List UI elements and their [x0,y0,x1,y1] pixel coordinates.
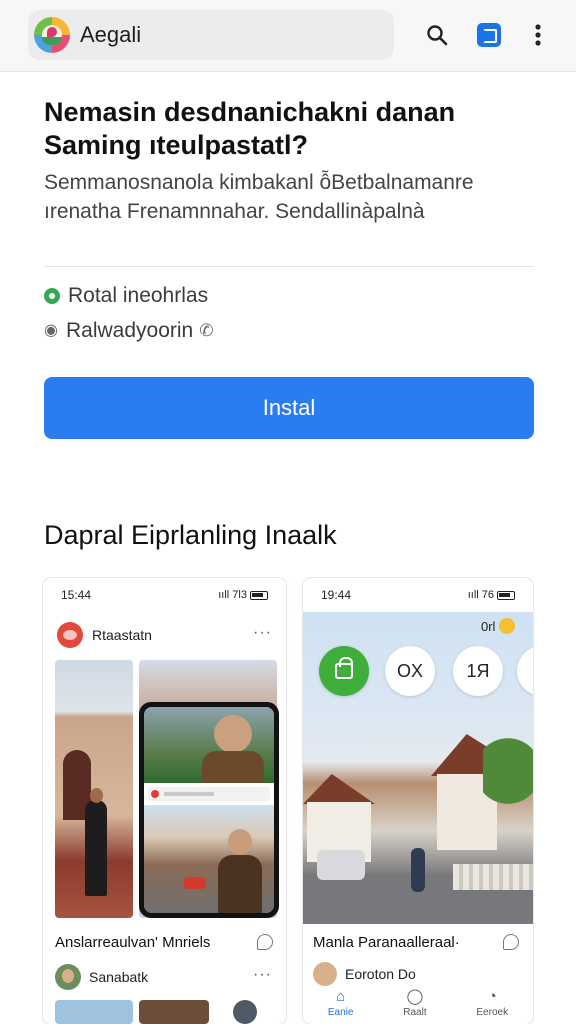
info-row-rating: Rotal ineohrlas [44,284,208,308]
comment-icon[interactable] [257,934,273,950]
page-description: Semmanosnanola kimbakanl ỗBetbalnamanre … [44,171,474,223]
nav-profile-label: Eeroek [476,1006,509,1018]
profile-name: Rtaastatn [92,627,152,643]
section-divider [44,266,534,267]
status-time: 19:44 [321,588,352,602]
search-icon[interactable] [420,18,454,52]
nav-search-label: Raalt [403,1006,427,1018]
comment-icon[interactable] [503,934,519,950]
post-caption: Anslarreaulvan' Mnriels [55,934,211,951]
share-icon[interactable] [472,18,506,52]
palm-tree [483,738,533,848]
lock-icon [335,657,353,679]
app-logo-icon [34,17,70,53]
nav-home[interactable]: ⌂ Eanie [327,987,354,1018]
author-name: Eoroton Do [345,966,416,982]
green-status-icon [44,288,60,304]
lock-button[interactable] [319,646,369,696]
home-icon: ⌂ [336,987,346,1005]
author-name: Sanabatk [89,969,149,985]
phone-icon[interactable]: ✆ [199,321,219,341]
phone-mockup [139,702,279,918]
screenshot-card-1[interactable]: 15:44 ııll 7l3 Rtaastatn ··· Anslarreaul… [43,578,286,1024]
search-icon: ◯ [406,987,424,1005]
battery-icon [250,590,268,600]
status-time: 15:44 [61,588,92,602]
info-row-1-label: Rotal ineohrlas [68,284,209,307]
van [317,850,365,880]
more-horizontal-icon[interactable]: ··· [253,966,272,984]
app-title: Aegali [80,22,142,47]
info-row-2-label: Ralwadyoorin [66,319,194,342]
nav-search[interactable]: ◯ Raalt [403,987,427,1018]
more-vertical-icon[interactable] [521,18,555,52]
signal-text: ııll 76 [467,589,494,601]
screenshot-card-2[interactable]: 19:44 ııll 76 0rl OX 1Я Manla Paranaalle… [303,578,533,1024]
screenshots-section-title: Dapral Eiprlanling Inaalk [44,520,337,550]
location-pin-icon: ◉ [44,322,58,339]
top-app-bar: Aegali [0,0,576,72]
avatar [57,622,83,648]
action-circle-2[interactable]: OX [385,646,435,696]
page-headline: Nemasin desdnanichakni danan Saming ıteu… [44,97,456,160]
status-bar: 19:44 ııll 76 [303,578,533,612]
profile-header: Rtaastatn [57,622,152,648]
reaction-badge: 0rl [481,618,516,634]
status-bar: 15:44 ııll 7l3 [43,578,286,612]
post-caption: Manla Paranaalleraal· [313,934,460,951]
more-horizontal-icon[interactable]: ··· [253,624,272,642]
photo-building-person [55,660,133,918]
cyclist [411,848,425,892]
avatar [55,964,81,990]
smiley-icon [499,618,516,634]
action-circle-3[interactable]: 1Я [453,646,503,696]
fence [453,864,533,890]
app-search-pill[interactable]: Aegali [28,10,394,60]
post-author: Sanabatk [55,964,148,990]
install-button[interactable]: Instal [44,377,534,439]
info-row-contact: ◉ Ralwadyoorin ✆ [44,319,219,343]
thumbnail-row [55,1000,275,1024]
signal-text: ııll 7l3 [218,589,247,601]
battery-icon [497,590,515,600]
profile-icon: ◔ [487,987,497,1005]
badge-text: 0rl [481,618,496,634]
bottom-nav: ⌂ Eanie ◯ Raalt ◔ Eeroek [303,982,533,1024]
nav-home-label: Eanie [327,1006,354,1018]
nav-profile[interactable]: ◔ Eeroek [476,987,509,1018]
